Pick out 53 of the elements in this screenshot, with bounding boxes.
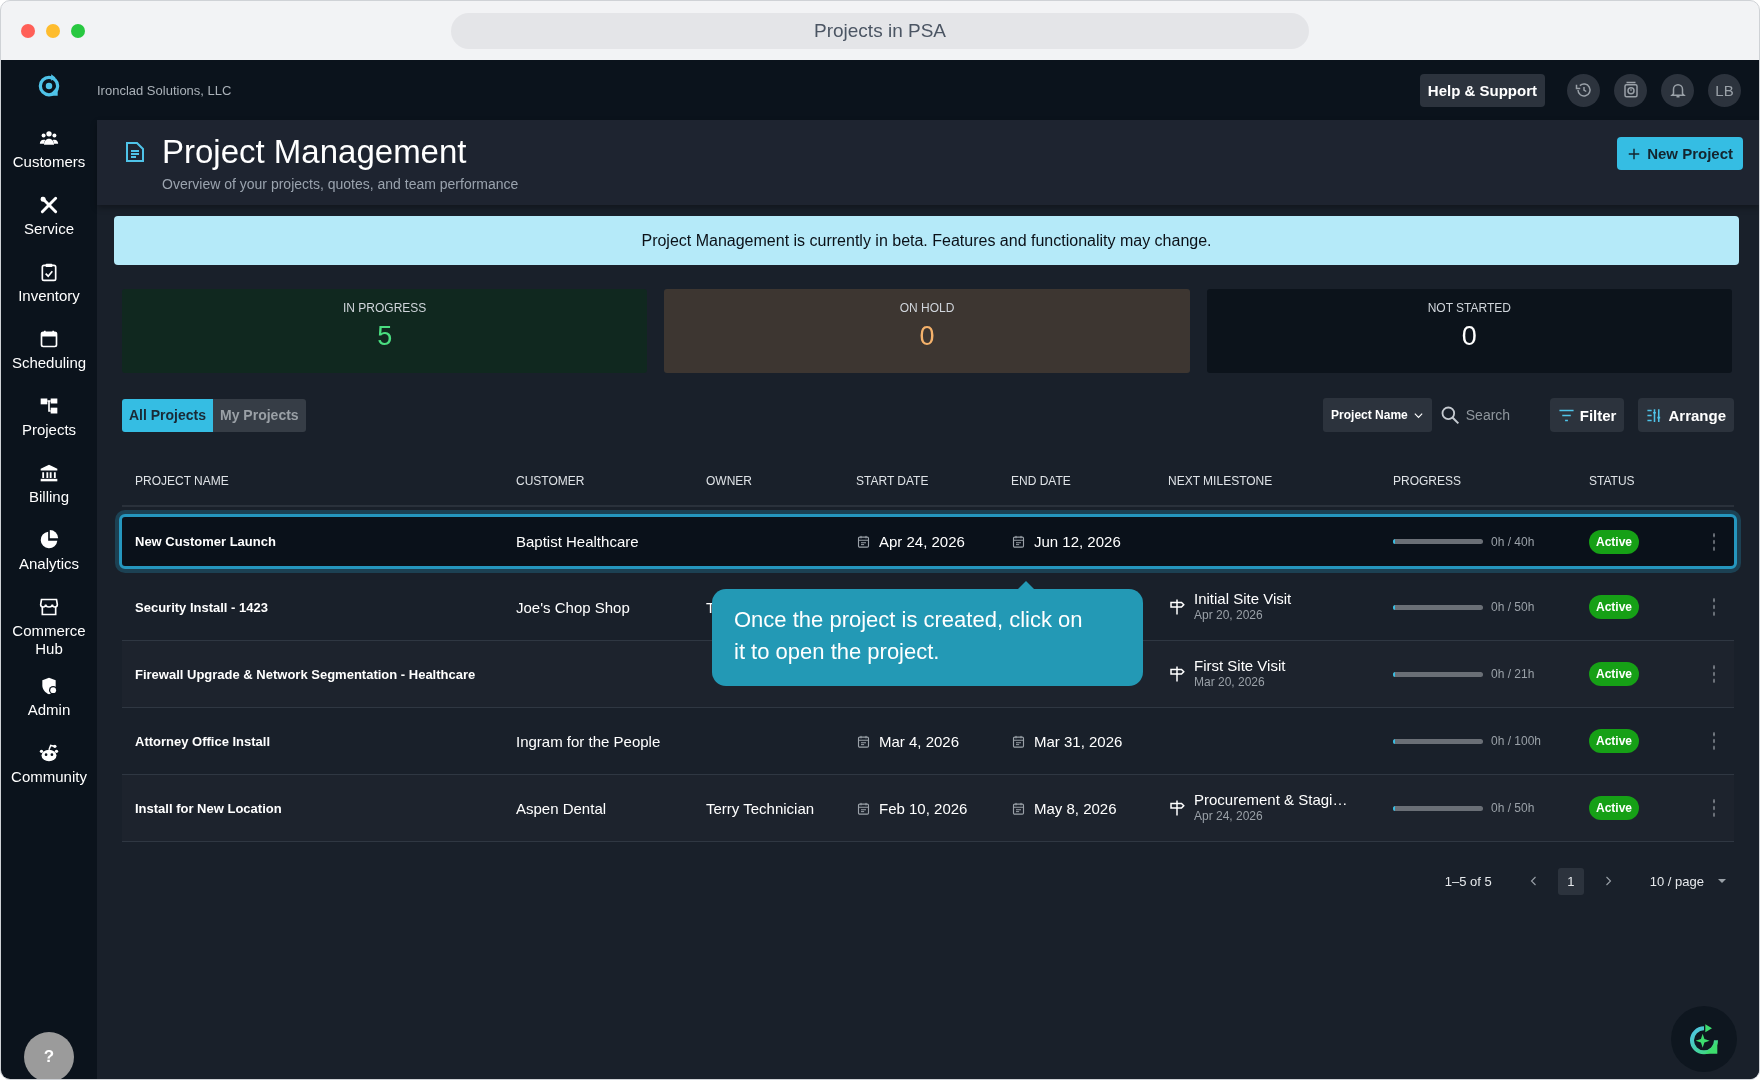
stat-label: NOT STARTED [1427, 301, 1511, 315]
page-range: 1–5 of 5 [1444, 873, 1492, 889]
hours-text: 0h / 100h [1491, 734, 1542, 748]
stat-label: ON HOLD [899, 301, 955, 315]
status-badge: Active [1589, 796, 1640, 820]
start-date: Apr 24, 2026 [879, 533, 965, 550]
hours-text: 0h / 40h [1491, 534, 1535, 549]
project-name: Firewall Upgrade & Network Segmentation - Healthcare [135, 666, 477, 682]
milestone-date: Mar 20, 2026 [1194, 674, 1266, 690]
status-badge: Active [1589, 595, 1640, 619]
column-header: PROGRESS [1393, 474, 1462, 488]
milestone-date: Apr 20, 2026 [1194, 607, 1264, 623]
project-name: New Customer Launch [135, 534, 277, 549]
customer-name: Aspen Dental [516, 799, 607, 817]
tooltip: Once the project is created, click on it to open the project. [712, 581, 1143, 686]
company-name: Ironclad Solutions, LLC [97, 82, 232, 98]
window-title: Projects in PSA [451, 12, 1309, 49]
end-date: Mar 31, 2026 [1034, 732, 1123, 750]
customer-name: Baptist Healthcare [516, 533, 639, 550]
milestone-date: Apr 24, 2026 [1194, 808, 1264, 824]
hours-text: 0h / 50h [1491, 600, 1535, 614]
stat-value: 0 [919, 321, 935, 352]
start-date: Feb 10, 2026 [879, 799, 968, 817]
end-date: Jun 12, 2026 [1034, 533, 1121, 550]
project-name: Security Install - 1423 [135, 599, 269, 615]
project-name: Install for New Location [135, 800, 283, 816]
milestone-title: First Site Visit [1194, 658, 1286, 674]
customer-name: Ingram for the People [516, 732, 661, 750]
column-header: STATUS [1589, 474, 1636, 488]
page-subtitle: Overview of your projects, quotes, and team performance [162, 176, 519, 192]
column-header: OWNER [706, 474, 753, 488]
stat-label: IN PROGRESS [343, 301, 427, 315]
status-badge: Active [1589, 529, 1640, 554]
page-title: Project Management [162, 132, 468, 172]
column-header: CUSTOMER [516, 474, 586, 488]
column-header: START DATE [856, 474, 930, 488]
milestone-title: Procurement & Stagi… [1194, 792, 1348, 808]
end-date: May 8, 2026 [1034, 799, 1117, 817]
milestone-title: Initial Site Visit [1194, 591, 1292, 607]
customer-name: Joe's Chop Shop [516, 598, 630, 616]
hours-text: 0h / 21h [1491, 667, 1535, 681]
status-badge: Active [1589, 662, 1640, 686]
start-date: Mar 4, 2026 [879, 732, 960, 750]
stat-value: 0 [1461, 321, 1477, 352]
hours-text: 0h / 50h [1491, 801, 1535, 815]
column-header: NEXT MILESTONE [1168, 474, 1274, 488]
owner-name: Terry Technician [706, 799, 815, 817]
project-name: Attorney Office Install [135, 733, 272, 749]
column-header: END DATE [1011, 474, 1072, 488]
stat-value: 5 [377, 321, 393, 352]
beta-banner: Project Management is currently in beta. Features and functionality may change. [114, 216, 1739, 265]
column-header: PROJECT NAME [135, 474, 230, 488]
status-badge: Active [1589, 729, 1640, 753]
